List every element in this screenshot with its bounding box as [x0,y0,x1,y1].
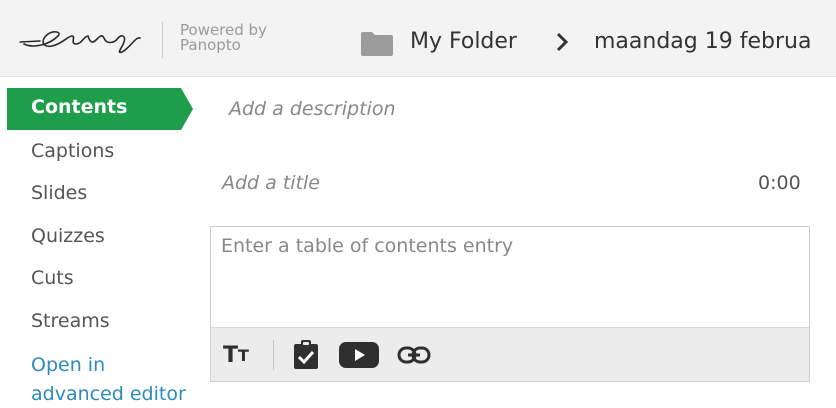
title-input[interactable]: Add a title [222,172,320,194]
header-divider [162,22,163,58]
nav-item-captions[interactable]: Captions [31,140,114,162]
nav-item-slides[interactable]: Slides [31,182,87,204]
nav-item-streams[interactable]: Streams [31,310,110,332]
powered-line2: Panopto [180,36,241,54]
nav-item-contents[interactable]: Contents [7,88,193,130]
link-line1: Open in [31,354,106,376]
text-style-button[interactable]: TT [223,341,249,369]
nav-item-quizzes[interactable]: Quizzes [31,225,105,247]
quiz-clipboard-icon[interactable] [293,340,319,369]
chevron-right-icon [555,32,569,56]
text-style-big: T [223,342,239,368]
session-title[interactable]: maandag 19 februa [594,28,811,56]
open-advanced-editor-link[interactable]: Open in advanced editor [31,351,186,408]
youtube-icon[interactable] [339,341,379,369]
nav-item-contents-label: Contents [31,96,128,118]
link-icon[interactable] [397,341,431,369]
folder-icon [360,31,394,61]
entry-timestamp[interactable]: 0:00 [758,172,801,194]
erasmus-logo[interactable] [18,22,152,56]
app-header: Powered by Panopto My Folder maandag 19 … [0,0,836,77]
folder-breadcrumb[interactable]: My Folder [410,28,517,56]
contents-entry-input[interactable]: Enter a table of contents entry [221,235,513,257]
text-style-small: T [238,345,249,365]
nav-item-cuts[interactable]: Cuts [31,267,74,289]
description-input[interactable]: Add a description [229,98,395,120]
powered-by-panopto[interactable]: Powered by Panopto [180,23,267,53]
toolbar-divider [273,340,274,370]
editor-toolbar: TT [211,327,809,381]
contents-entry-editor[interactable]: Enter a table of contents entry TT [210,226,810,382]
link-line2: advanced editor [31,383,186,405]
